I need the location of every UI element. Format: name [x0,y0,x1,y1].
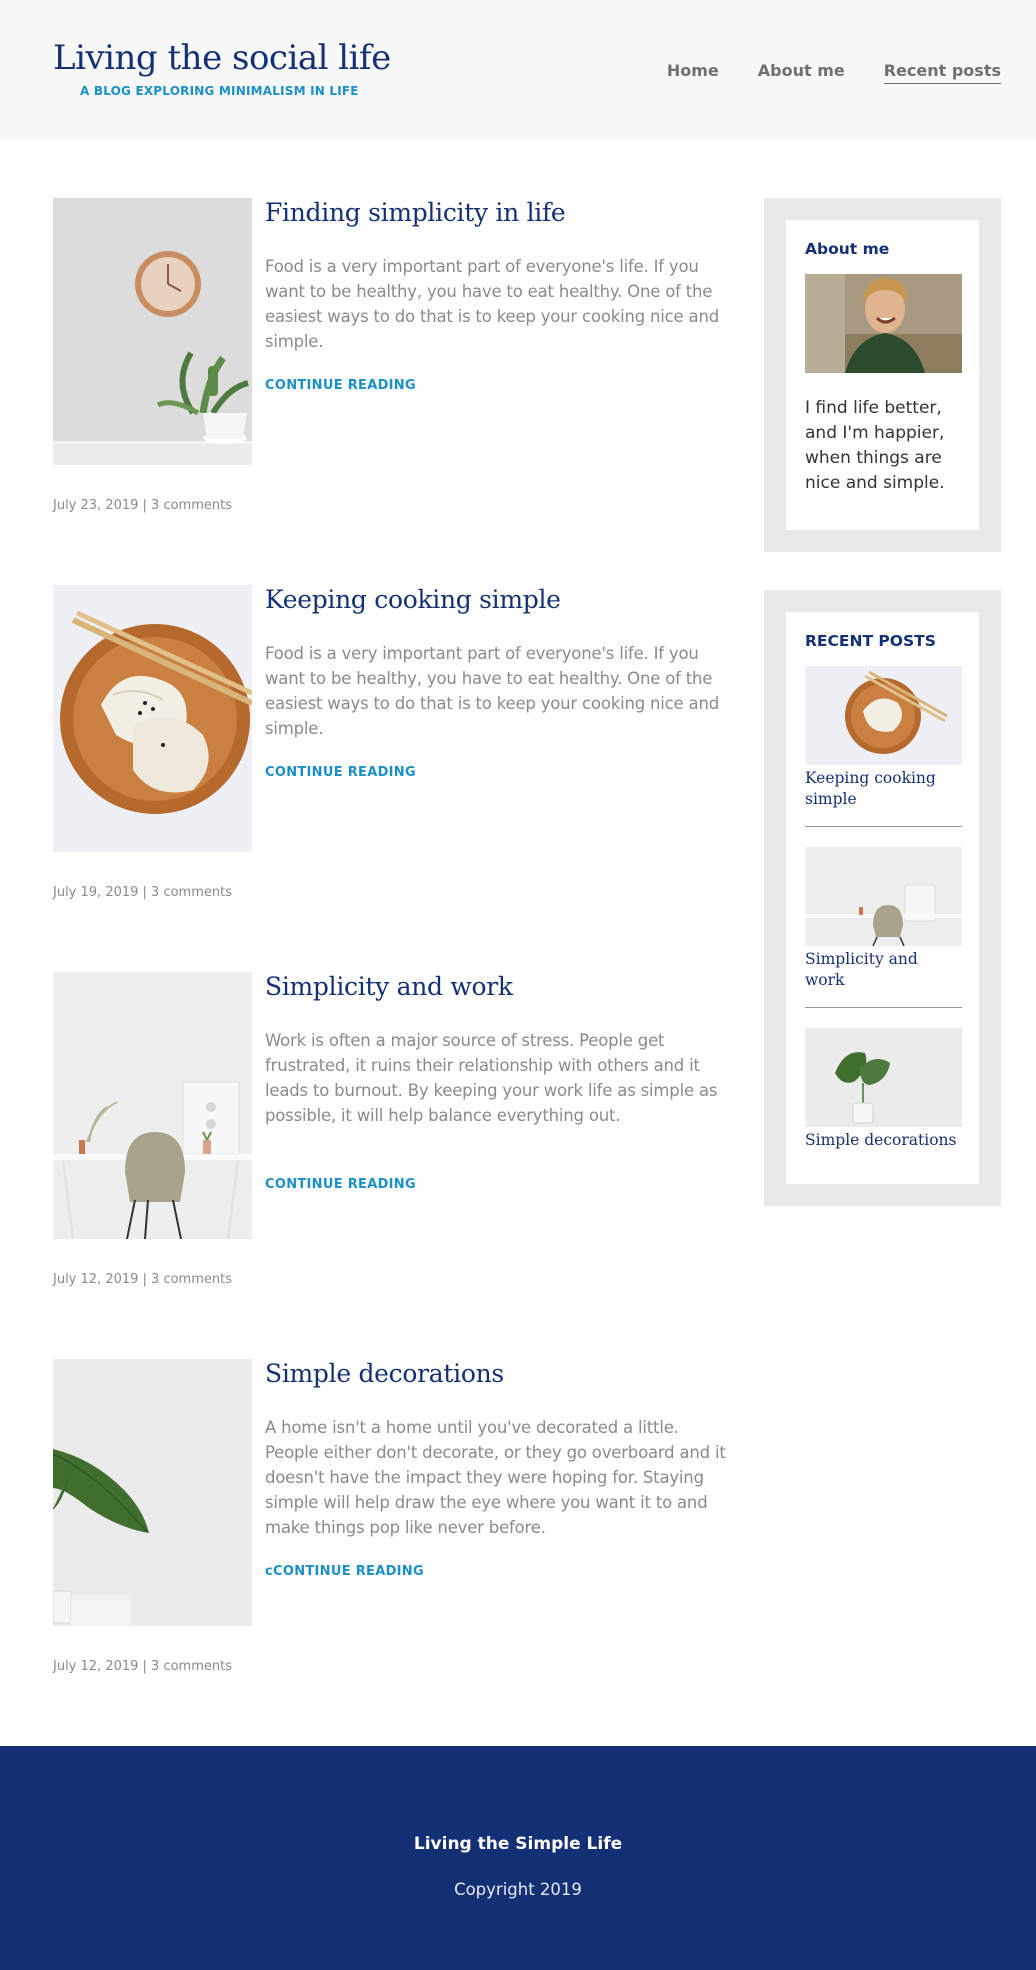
post-image-dumplings[interactable] [53,585,252,852]
post-image-wall-clock[interactable] [53,198,252,465]
recent-post-image-desk[interactable] [805,847,962,946]
nav-home[interactable]: Home [667,61,719,84]
recent-post-title[interactable]: Simple decorations [805,1130,962,1151]
about-text: I find life better, and I'm happier, whe… [805,398,945,493]
continue-reading-link[interactable]: CONTINUE READING [265,765,416,780]
about-avatar [805,274,962,373]
nav-recent-posts[interactable]: Recent posts [883,61,1001,84]
post-title[interactable]: Simplicity and work [265,972,513,1001]
main-nav: Home About me Recent posts [667,61,1001,84]
site-title[interactable]: Living the social life [53,38,391,78]
post-excerpt: Work is often a major source of stress. … [265,1031,718,1125]
continue-reading-link[interactable]: CONTINUE READING [265,1177,416,1192]
post-image-leaf[interactable] [53,1359,252,1626]
recent-divider [805,1007,962,1008]
post-excerpt: Food is a very important part of everyon… [265,257,719,351]
recent-post-item[interactable]: Simplicity and work [805,847,962,991]
sidebar-about-box: About me I find life better, and I'm hap… [764,198,1001,552]
site-subtitle: A BLOG EXPLORING MINIMALISM IN LIFE [80,84,359,98]
recent-post-item[interactable]: Keeping cooking simple [805,666,962,810]
post-excerpt: A home isn't a home until you've decorat… [265,1418,726,1537]
nav-about-me[interactable]: About me [758,61,845,84]
post-card: Simplicity and work Work is often a majo… [53,972,723,1302]
recent-post-image-leaf[interactable] [805,1028,962,1127]
site-header: Living the social life A BLOG EXPLORING … [0,0,1036,140]
post-image-desk-chair[interactable] [53,972,252,1239]
recent-post-image-dumplings[interactable] [805,666,962,765]
sidebar-recent-card: RECENT POSTS Keeping cooking simple Simp… [786,612,979,1184]
footer-title: Living the Simple Life [413,1834,623,1854]
recent-post-title[interactable]: Simplicity and work [805,949,962,991]
post-meta: July 12, 2019 | 3 comments [53,1272,232,1287]
recent-post-title[interactable]: Keeping cooking simple [805,768,962,810]
recent-post-item[interactable]: Simple decorations [805,1028,962,1151]
post-meta: July 12, 2019 | 3 comments [53,1659,232,1674]
sidebar-recent-heading: RECENT POSTS [805,632,936,650]
post-excerpt: Food is a very important part of everyon… [265,644,719,738]
post-title[interactable]: Finding simplicity in life [265,198,566,227]
post-meta: July 23, 2019 | 3 comments [53,498,232,513]
post-card: Keeping cooking simple Food is a very im… [53,585,723,915]
recent-divider [805,826,962,827]
footer-copyright: Copyright 2019 [454,1880,582,1899]
post-card: Simple decorations A home isn't a home u… [53,1359,726,1689]
continue-reading-link[interactable]: CONTINUE READING [265,378,416,393]
post-title[interactable]: Keeping cooking simple [265,585,561,614]
site-footer: Living the Simple Life Copyright 2019 [0,1746,1036,1970]
sidebar-about-card: About me I find life better, and I'm hap… [786,220,979,530]
post-card: Finding simplicity in life Food is a ver… [53,198,723,528]
post-meta: July 19, 2019 | 3 comments [53,885,232,900]
post-title[interactable]: Simple decorations [265,1359,504,1388]
continue-reading-link[interactable]: cCONTINUE READING [265,1564,424,1579]
sidebar-about-heading: About me [805,240,890,258]
sidebar-recent-box: RECENT POSTS Keeping cooking simple Simp… [764,590,1001,1206]
